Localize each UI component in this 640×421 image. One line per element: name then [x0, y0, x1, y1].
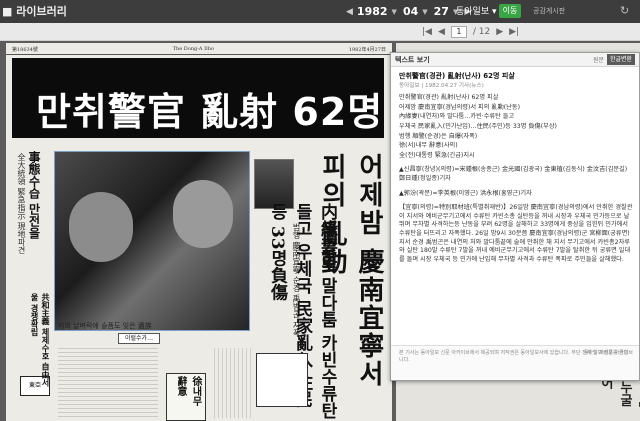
prev-page-icon[interactable]: ◀	[438, 27, 445, 37]
suspect-portrait	[254, 159, 294, 209]
sub-article-title[interactable]: 徐내무 辭意	[166, 373, 206, 421]
reporter-line: ▲신昌寧(창녕)(의령)=宋鍾根(송종근) 金光國(김광국) 金東植(김동식) …	[399, 166, 628, 182]
page-total: / 12	[472, 27, 491, 37]
photo-figure-woman	[173, 180, 233, 248]
location-map	[256, 353, 308, 407]
archive-credit: 동아일보 신문 아카이브	[583, 350, 633, 356]
masthead-title: The Dong-A Ilbo	[172, 46, 214, 52]
caption-tag: 이럴수가…	[118, 333, 160, 344]
next-page-icon[interactable]: ▶	[496, 27, 503, 37]
newspaper-masthead: 第18634號 The Dong-A Ilbo 1982年4月27日	[6, 43, 392, 55]
panel-title: 텍스트 보기	[395, 56, 430, 64]
app-brand[interactable]: ■ 라이브러리	[2, 3, 67, 19]
text-line: 만취警官(경관) 亂射(난사) 62명 피살	[399, 94, 499, 102]
headline-banner[interactable]: 만취警官 亂射 62명 피살	[12, 58, 392, 138]
article-body-text-2	[214, 348, 254, 418]
panel-footer: 본 기사는 동아일보 신문 아카이브에서 제공되며 저작권은 동아일보사에 있습…	[391, 345, 639, 380]
left-article-title: 事態수습 만전을	[27, 151, 41, 240]
top-toolbar: ■ 라이브러리 ◀ 1982 ▼ 04 ▼ 27 ▼ ▶ 동아일보 ▾ 이동 공…	[0, 0, 640, 23]
month-select[interactable]: 04	[403, 5, 418, 18]
main-headline: 만취警官 亂射 62명 피살	[36, 90, 392, 134]
paper-select[interactable]: 동아일보 ▾	[456, 4, 497, 17]
article-text: 만취警官(경관) 亂射(난사) 62명 피살 동아일보 | 1982.04.27…	[399, 72, 633, 342]
left-strip-text: 共和主義 체제수호 自由서울 경쟁확립	[30, 293, 51, 387]
year-select[interactable]: 1982	[357, 5, 388, 18]
text-line: 內緣妻(내연처)와 말다툼…카빈·수류탄 들고	[399, 113, 515, 121]
issue-date: 1982年4月27日	[348, 47, 386, 53]
month-caret-icon[interactable]: ▼	[422, 8, 427, 16]
left-article-subtitle: 全大統領 緊急指示 現地파견	[17, 153, 26, 255]
text-line: 徐(서)내무 辭意(사의)	[399, 142, 458, 150]
day-select[interactable]: 27	[434, 5, 449, 18]
panel-header: 텍스트 보기 원문 한글변환	[391, 53, 639, 67]
go-button[interactable]: 이동	[499, 4, 521, 18]
text-line: 어제밤 慶南宜寧(경남의령)서 피의 亂動(난동)	[399, 103, 520, 111]
prev-date-icon[interactable]: ◀	[346, 7, 353, 17]
date-navigator: ◀ 1982 ▼ 04 ▼ 27 ▼ ▶	[346, 3, 471, 20]
refresh-icon[interactable]: ↻	[620, 5, 632, 17]
tab-hangul-convert[interactable]: 한글변환	[607, 54, 636, 65]
page-number-input[interactable]: 1	[450, 26, 467, 38]
article-body-text	[58, 348, 158, 418]
first-page-icon[interactable]: |◀	[422, 27, 432, 37]
last-page-icon[interactable]: ▶|	[509, 27, 519, 37]
tab-original[interactable]: 원문	[593, 55, 604, 64]
text-view-panel[interactable]: 텍스트 보기 원문 한글변환 만취警官(경관) 亂射(난사) 62명 피살 동아…	[390, 52, 640, 381]
newspaper-page[interactable]: 第18634號 The Dong-A Ilbo 1982年4月27日 만취警官 …	[6, 43, 392, 421]
text-line: 우체국 民家亂入(민가난입)…住民(주민)등 33명 負傷(부상)	[399, 122, 557, 130]
article-meta: 동아일보 | 1982.04.27 기사(뉴스)	[399, 82, 484, 89]
photo-caption: 피의 날벼락에 슬픔도 잊은 遺族	[58, 322, 152, 330]
article-vertical-headline[interactable]: 어제밤 慶南宜寧서 피의 亂動	[317, 153, 388, 421]
article-title: 만취警官(경관) 亂射(난사) 62명 피살	[399, 72, 515, 80]
article-paragraph: 【宜寧(의령)=特別取材班(특별취재반)】26일밤 慶南宜寧(경남의령)에서 만…	[399, 204, 633, 263]
news-photo[interactable]	[54, 151, 250, 331]
photo-figure-child	[69, 192, 133, 262]
text-line: 全(전)대통령 緊急(긴급)지시	[399, 151, 475, 159]
notice-board-link[interactable]: 공감게시판	[533, 6, 565, 16]
issue-number: 第18634號	[12, 47, 38, 53]
year-caret-icon[interactable]: ▼	[392, 8, 397, 16]
reporter-line-2: ▲郭汾(곽분)=李英根(이영근) 洪永根(홍영근)기자	[399, 189, 532, 197]
page-pager: |◀ ◀ 1 / 12 ▶ ▶|	[0, 23, 640, 41]
text-line: 범행 順警(순경)은 自爆(자폭)	[399, 132, 478, 140]
